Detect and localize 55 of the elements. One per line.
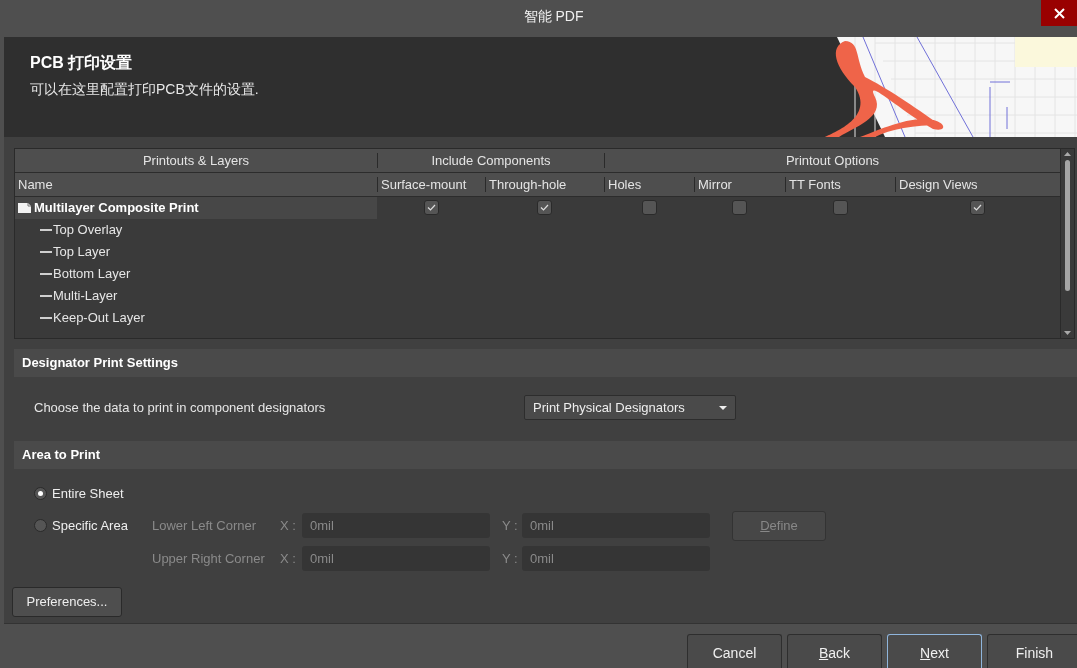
corner-label: Upper Right Corner [152, 550, 266, 566]
corner-label: Lower Left Corner [152, 518, 258, 533]
checkbox[interactable] [423, 200, 439, 215]
layer-row[interactable]: Multilayer Composite Print [15, 196, 377, 219]
close-button[interactable] [1041, 0, 1077, 26]
tree-line-icon [40, 250, 52, 253]
layer-name[interactable]: Keep-Out Layer [53, 310, 145, 325]
document-icon [18, 201, 32, 214]
check-icon [426, 204, 436, 211]
axis-label: Y : [501, 518, 519, 533]
radio-button[interactable]: Specific Area [34, 513, 152, 538]
check-icon [973, 204, 982, 211]
column-header[interactable]: Through-hole [485, 176, 604, 192]
axis-label: X : [280, 518, 297, 533]
preferences-button[interactable]: Preferences... [12, 586, 122, 617]
tree-line-icon [40, 294, 52, 297]
checkbox[interactable] [970, 200, 985, 215]
page-title: PCB 打印设置 [30, 52, 133, 73]
radio-button[interactable]: Entire Sheet [34, 480, 152, 506]
checkbox[interactable] [641, 200, 657, 215]
scroll-down-icon[interactable] [1064, 330, 1071, 335]
designator-label: Choose the data to print in component designators [34, 400, 327, 415]
caret-icon [719, 405, 727, 410]
layer-name[interactable]: Multi-Layer [53, 288, 118, 303]
column-header[interactable]: Holes [604, 176, 694, 192]
wizard-button[interactable]: Next [887, 634, 982, 668]
window-title: 智能 PDF [523, 8, 584, 27]
close-icon [1053, 7, 1065, 19]
section-header: Designator Print Settings [14, 348, 1077, 377]
section-header: Area to Print [14, 440, 1077, 469]
checkbox[interactable] [732, 200, 747, 215]
check-icon [540, 204, 549, 211]
tree-line-icon [40, 316, 52, 319]
layer-name[interactable]: Bottom Layer [53, 266, 131, 281]
scrollbar[interactable] [1060, 148, 1074, 338]
tree-line-icon [40, 228, 52, 231]
wizard-button[interactable]: Back [787, 634, 882, 668]
checkbox[interactable] [537, 200, 552, 215]
wizard-button[interactable]: Finish [987, 634, 1077, 668]
designator-dropdown[interactable]: Print Physical Designators [524, 395, 736, 420]
checkbox[interactable] [832, 200, 848, 215]
column-group-header: Include Components [377, 152, 604, 168]
column-header[interactable]: Mirror [694, 176, 785, 192]
axis-label: Y : [501, 550, 519, 566]
axis-label: X : [280, 550, 297, 566]
scroll-up-icon[interactable] [1064, 151, 1071, 156]
column-header[interactable]: TT Fonts [785, 176, 895, 192]
column-group-header: Printouts & Layers [141, 152, 251, 168]
layer-name[interactable]: Top Overlay [53, 222, 123, 237]
page-subtitle: 可以在这里配置打印PCB文件的设置. [30, 80, 259, 99]
layer-name[interactable]: Top Layer [53, 244, 111, 259]
column-header[interactable]: Name [15, 176, 377, 192]
column-header[interactable]: Surface-mount [377, 176, 485, 192]
tree-line-icon [40, 272, 52, 275]
wizard-button[interactable]: Cancel [687, 634, 782, 668]
